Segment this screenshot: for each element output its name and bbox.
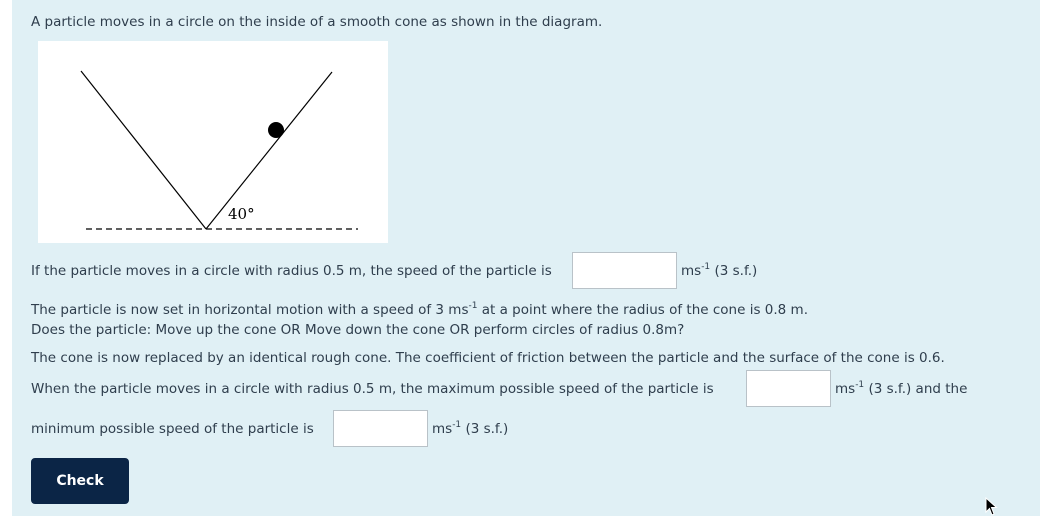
cone-diagram: 40° <box>38 41 388 243</box>
speed-answer-input[interactable] <box>572 252 677 289</box>
question-intro: A particle moves in a circle on the insi… <box>31 14 603 30</box>
particle <box>268 122 284 138</box>
cone-diagram-svg: 40° <box>80 70 358 230</box>
part3-line3: minimum possible speed of the particle i… <box>31 421 314 437</box>
max-speed-input[interactable] <box>746 370 831 407</box>
mouse-cursor-icon <box>985 497 998 516</box>
part2-line2: Does the particle: Move up the cone OR M… <box>31 322 685 338</box>
part1-unit: ms-1 (3 s.f.) <box>681 261 758 279</box>
part3-line3-unit: ms-1 (3 s.f.) <box>432 419 509 437</box>
part3-line1: The cone is now replaced by an identical… <box>31 350 945 366</box>
part3-line2-unit: ms-1 (3 s.f.) and the <box>835 379 968 397</box>
part2-line1: The particle is now set in horizontal mo… <box>31 300 808 318</box>
part3-line2: When the particle moves in a circle with… <box>31 381 714 397</box>
check-button[interactable]: Check <box>31 458 129 504</box>
part1-text: If the particle moves in a circle with r… <box>31 263 552 279</box>
cone-right-edge <box>205 71 333 230</box>
min-speed-input[interactable] <box>333 410 428 447</box>
angle-label: 40° <box>228 205 255 223</box>
cone-left-edge <box>80 70 207 230</box>
